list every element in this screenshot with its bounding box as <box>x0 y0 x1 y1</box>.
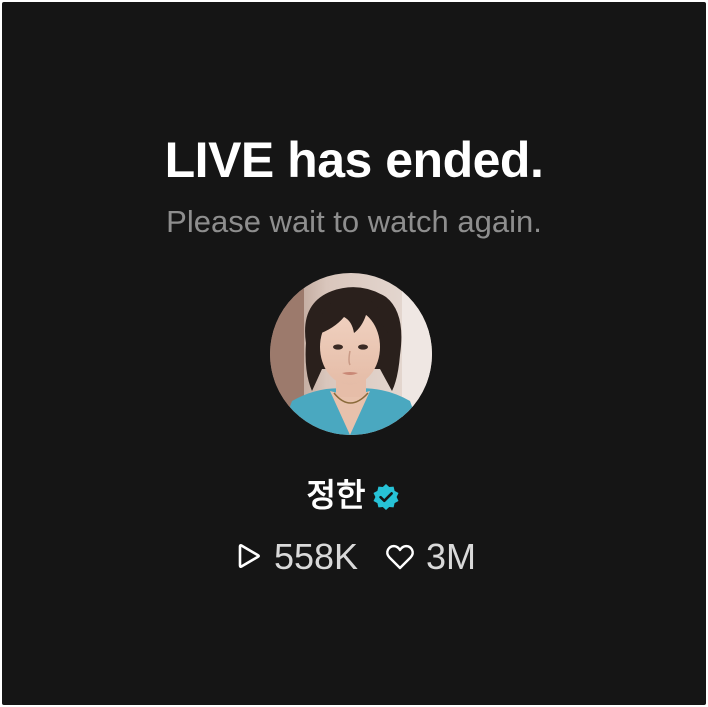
likes-stat: 3M <box>384 535 476 579</box>
stats-row: 558K 3M <box>2 535 706 579</box>
live-ended-screen: LIVE has ended. Please wait to watch aga… <box>2 2 706 705</box>
heart-icon <box>384 541 416 573</box>
plays-stat: 558K <box>232 535 358 579</box>
page-subtitle: Please wait to watch again. <box>166 204 542 239</box>
avatar[interactable] <box>270 273 432 435</box>
profile-name-row[interactable]: 정한 <box>2 474 706 516</box>
plays-count: 558K <box>273 536 359 577</box>
verified-badge-icon <box>371 482 401 512</box>
likes-count: 3M <box>426 536 477 577</box>
page-title: LIVE has ended. <box>164 132 544 188</box>
avatar-photo <box>270 273 432 435</box>
profile-name: 정한 <box>306 476 366 514</box>
play-icon <box>232 541 264 573</box>
